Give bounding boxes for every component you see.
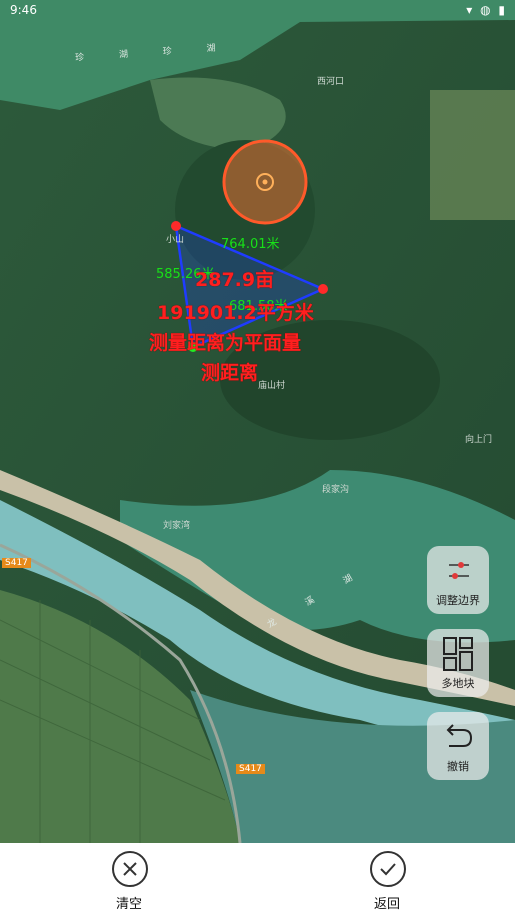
area-mu: 287.9亩 bbox=[195, 269, 275, 291]
status-icons: ▾ ◍ ▮ bbox=[466, 3, 507, 17]
multi-plot-label: 多地块 bbox=[441, 677, 475, 690]
status-bar: 9:46 ▾ ◍ ▮ bbox=[0, 0, 515, 22]
map-label: 向上门 bbox=[465, 435, 493, 445]
back-label: 返回 bbox=[373, 897, 400, 912]
multi-plot-icon bbox=[443, 637, 473, 671]
map-label: 庙山村 bbox=[258, 381, 286, 391]
road-shield: S417 bbox=[236, 764, 265, 774]
undo-button[interactable]: 撤销 bbox=[427, 712, 489, 780]
vertex-point[interactable] bbox=[318, 284, 328, 294]
adjust-boundary-label: 调整边界 bbox=[436, 594, 480, 607]
bottom-bar: 清空 返回 bbox=[0, 843, 515, 917]
vertex-point[interactable] bbox=[171, 221, 181, 231]
multi-plot-button[interactable]: 多地块 bbox=[427, 629, 489, 697]
map-label: 刘家湾 bbox=[163, 521, 191, 531]
undo-label: 撤销 bbox=[447, 760, 469, 773]
adjust-boundary-button[interactable]: 调整边界 bbox=[427, 546, 489, 614]
undo-icon bbox=[446, 724, 473, 747]
check-icon bbox=[370, 851, 406, 887]
clear-button[interactable]: 清空 bbox=[89, 851, 169, 913]
back-button[interactable]: 返回 bbox=[347, 851, 427, 913]
distance-note: 测距离 bbox=[201, 362, 259, 384]
clear-icon bbox=[112, 851, 148, 887]
sliders-icon bbox=[449, 562, 469, 579]
map-label: 段家沟 bbox=[322, 485, 350, 495]
distance-note: 测量距离为平面量 bbox=[149, 332, 302, 354]
area-square-meters: 191901.2平方米 bbox=[157, 302, 314, 324]
map-label: 小山 bbox=[166, 235, 185, 245]
segment-length: 764.01米 bbox=[221, 237, 280, 252]
map-label: 西河口 bbox=[317, 77, 345, 87]
road-shield: S417 bbox=[2, 558, 31, 568]
clear-label: 清空 bbox=[115, 897, 142, 912]
status-time: 9:46 bbox=[10, 3, 37, 17]
